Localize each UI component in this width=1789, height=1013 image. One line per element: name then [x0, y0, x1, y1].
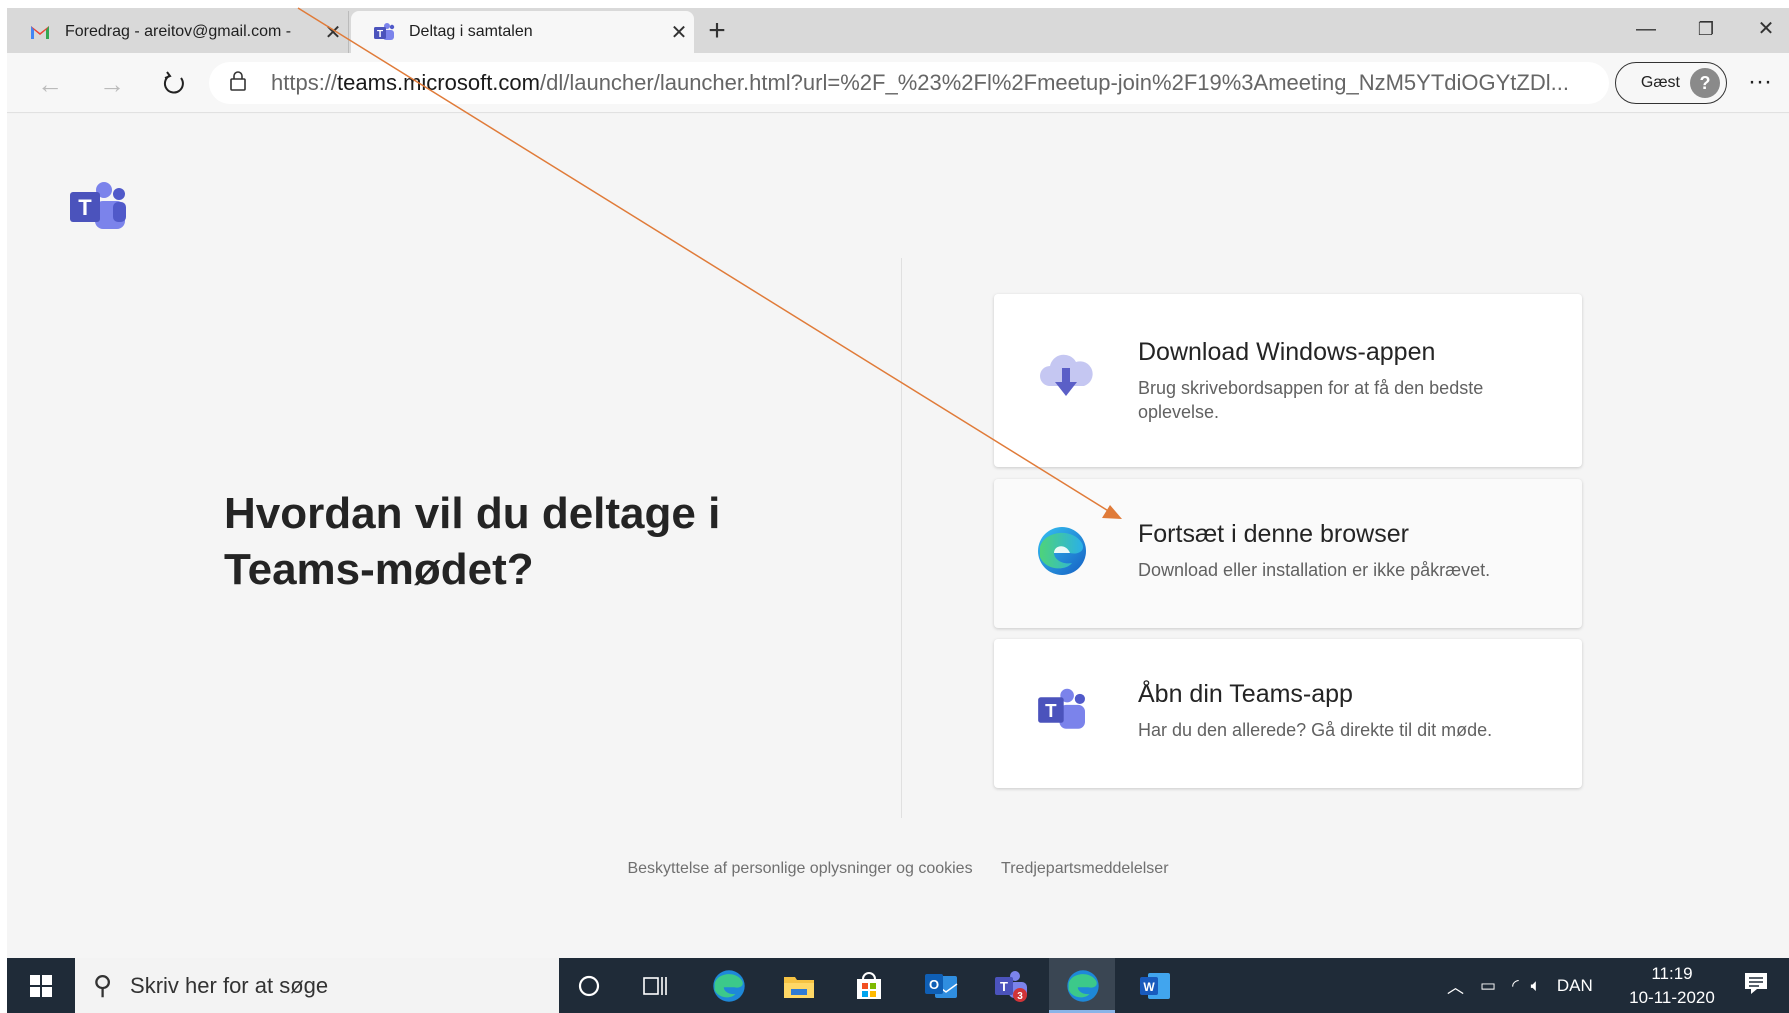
minimize-icon[interactable]: —: [1623, 14, 1669, 44]
new-tab-plus-icon[interactable]: +: [701, 16, 733, 48]
tab-title: Deltag i samtalen: [409, 23, 533, 40]
more-options-icon[interactable]: ···: [1743, 67, 1777, 101]
navigation-bar: ← → https://teams.microsoft.com/dl/launc…: [7, 53, 1789, 113]
chevron-up-icon[interactable]: ︿: [1447, 973, 1464, 998]
svg-text:W: W: [1143, 980, 1155, 994]
system-tray: ︿ ▭ ◜ 🔈︎ DAN: [1447, 958, 1593, 1013]
clock-date: 10-11-2020: [1629, 988, 1715, 1007]
outlook-icon[interactable]: O: [921, 966, 961, 1006]
notification-center-icon[interactable]: [1743, 970, 1773, 1000]
cropped-top-strip: [0, 0, 1789, 8]
taskbar-search-box[interactable]: ⚲ Skriv her for at søge: [75, 958, 559, 1013]
option-title: Åbn din Teams-app: [1138, 680, 1353, 708]
edge-active-taskbar-button[interactable]: [1049, 958, 1115, 1013]
restore-icon[interactable]: ❐: [1683, 14, 1729, 44]
microsoft-store-icon[interactable]: [849, 966, 889, 1006]
option-title: Fortsæt i denne browser: [1138, 520, 1409, 548]
taskbar-clock[interactable]: 11:19 10-11-2020: [1627, 962, 1717, 1010]
search-placeholder: Skriv her for at søge: [130, 972, 329, 998]
tab-title: Foredrag - areitov@gmail.com -: [65, 23, 292, 40]
tab-bar: Foredrag - areitov@gmail.com - ✕ T Delta…: [7, 8, 1789, 53]
teams-app-icon: T: [1036, 687, 1088, 738]
address-bar[interactable]: https://teams.microsoft.com/dl/launcher/…: [209, 62, 1609, 104]
teams-icon: T: [373, 21, 395, 43]
svg-text:T: T: [1045, 700, 1057, 721]
windows-taskbar: ⚲ Skriv her for at søge O T3 W ︿ ▭ ◜ 🔈︎ …: [7, 958, 1789, 1013]
page-footer: Beskyttelse af personlige oplysninger og…: [7, 860, 1789, 878]
option-description: Download eller installation er ikke påkr…: [1138, 560, 1491, 580]
download-windows-app-option[interactable]: Download Windows-appen Brug skrivebordsa…: [994, 294, 1582, 467]
battery-icon[interactable]: ▭: [1480, 976, 1496, 996]
page-heading: Hvordan vil du deltage i Teams-mødet?: [224, 489, 721, 594]
cortana-icon[interactable]: [569, 966, 609, 1006]
guest-profile-button[interactable]: Gæst ?: [1615, 62, 1727, 104]
svg-text:T: T: [1000, 979, 1008, 994]
back-arrow-icon[interactable]: ←: [33, 67, 67, 101]
window-close-icon[interactable]: ✕: [1743, 14, 1789, 44]
teams-notification-badge: 3: [1017, 991, 1023, 1002]
guest-avatar-icon: ?: [1690, 68, 1720, 98]
word-icon[interactable]: W: [1135, 966, 1175, 1006]
option-description: Brug skrivebordsappen for at få den beds…: [1138, 378, 1484, 422]
svg-text:O: O: [929, 977, 939, 992]
privacy-link[interactable]: Beskyttelse af personlige oplysninger og…: [627, 860, 972, 877]
svg-text:T: T: [78, 195, 92, 220]
browser-window: Foredrag - areitov@gmail.com - ✕ T Delta…: [7, 8, 1789, 1013]
file-explorer-icon[interactable]: [779, 966, 819, 1006]
search-icon: ⚲: [93, 970, 113, 1000]
wifi-icon[interactable]: ◜: [1512, 976, 1519, 996]
edge-active-icon: [1063, 966, 1103, 1006]
task-view-icon[interactable]: [635, 966, 675, 1006]
cloud-download-icon: [1036, 352, 1096, 407]
option-title: Download Windows-appen: [1138, 338, 1436, 366]
lock-icon: [229, 70, 249, 97]
url-text: https://teams.microsoft.com/dl/launcher/…: [271, 70, 1569, 95]
continue-in-browser-option[interactable]: Fortsæt i denne browser Download eller i…: [994, 479, 1582, 628]
teams-logo-icon: T: [69, 180, 127, 239]
tab-close-icon[interactable]: ✕: [318, 20, 348, 45]
language-indicator[interactable]: DAN: [1557, 976, 1593, 996]
volume-icon[interactable]: 🔈︎: [1531, 976, 1541, 996]
guest-label: Gæst: [1640, 74, 1680, 91]
edge-browser-icon: [1036, 525, 1088, 582]
refresh-icon[interactable]: [157, 67, 191, 101]
option-description: Har du den allerede? Gå direkte til dit …: [1138, 720, 1493, 740]
teams-taskbar-icon[interactable]: T3: [991, 966, 1031, 1006]
tab-gmail[interactable]: Foredrag - areitov@gmail.com - ✕: [7, 11, 349, 53]
clock-time: 11:19: [1651, 964, 1693, 983]
windows-start-icon[interactable]: [7, 958, 75, 1013]
gmail-icon: [29, 21, 51, 43]
teams-launcher-page: T Hvordan vil du deltage i Teams-mødet? …: [7, 114, 1789, 964]
open-teams-app-option[interactable]: T Åbn din Teams-app Har du den allerede?…: [994, 639, 1582, 788]
forward-arrow-icon[interactable]: →: [95, 67, 129, 101]
third-party-notices-link[interactable]: Tredjepartsmeddelelser: [1001, 860, 1168, 877]
svg-text:T: T: [377, 29, 383, 40]
edge-taskbar-icon[interactable]: [709, 966, 749, 1006]
vertical-divider: [901, 258, 902, 818]
tab-close-icon[interactable]: ✕: [664, 20, 694, 45]
tab-teams-active[interactable]: T Deltag i samtalen ✕: [351, 11, 694, 53]
